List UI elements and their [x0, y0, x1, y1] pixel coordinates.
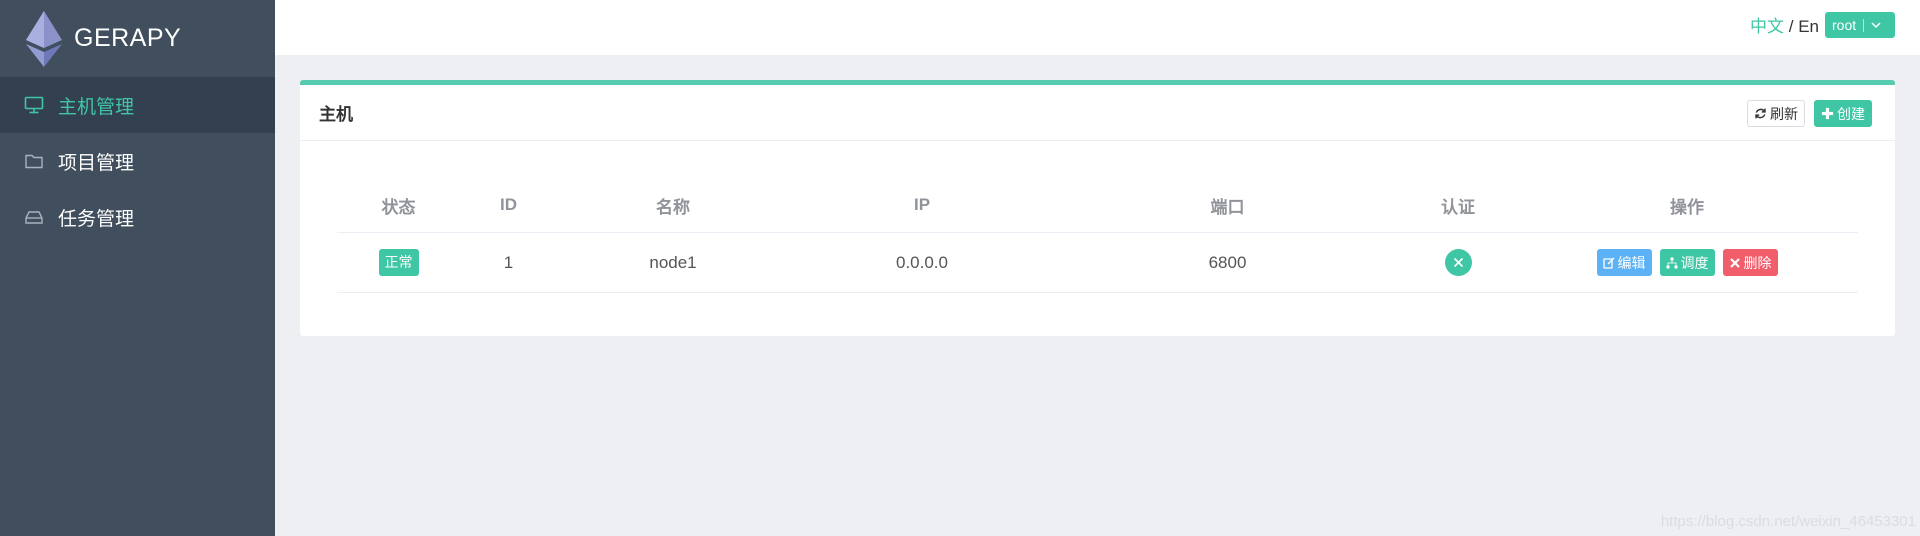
column-header-name: 名称	[656, 197, 690, 217]
sidebar-item-tasks[interactable]: 任务管理	[0, 189, 275, 245]
refresh-icon	[1755, 108, 1766, 119]
folder-icon	[24, 152, 44, 170]
sidebar-item-label: 任务管理	[58, 208, 135, 230]
inbox-icon	[24, 208, 44, 226]
sidebar-item-projects[interactable]: 项目管理	[0, 133, 275, 189]
app-name: GERAPY	[74, 24, 182, 52]
table-header-row: 状态 ID 名称 IP 端口 认证 操作	[337, 178, 1858, 233]
ip-cell: 0.0.0.0	[896, 252, 948, 272]
page-title: 主机	[319, 105, 353, 124]
id-cell: 1	[503, 252, 514, 272]
sidebar-item-label: 项目管理	[58, 152, 135, 174]
lang-zh-link[interactable]: 中文	[1750, 17, 1784, 36]
status-badge: 正常	[378, 249, 419, 276]
x-icon[interactable]	[1444, 249, 1472, 276]
sitemap-icon	[1666, 257, 1677, 268]
column-header-actions: 操作	[1670, 197, 1704, 217]
lang-en-link[interactable]: En	[1798, 17, 1819, 36]
auth-cell	[1400, 249, 1516, 276]
column-header-status: 状态	[381, 197, 416, 217]
sidebar-item-hosts[interactable]: 主机管理	[0, 77, 275, 133]
hosts-card: 主机 刷新 创建 状态 ID 名称 IP 端口 认证 操作 正常 1 node1…	[300, 80, 1895, 336]
edit-icon	[1602, 257, 1614, 269]
edit-button[interactable]: 编辑	[1596, 249, 1652, 276]
column-header-port: 端口	[1210, 197, 1245, 217]
logo[interactable]: GERAPY	[0, 0, 275, 77]
ethereum-logo-icon	[26, 10, 62, 67]
watermark: https://blog.csdn.net/weixin_46453301	[1660, 513, 1916, 530]
divider	[1863, 18, 1865, 32]
status-cell: 正常	[337, 249, 460, 276]
column-header-ip: IP	[913, 195, 931, 214]
chevron-down-icon	[1871, 22, 1881, 29]
deploy-label: 调度	[1680, 254, 1709, 271]
hosts-table: 状态 ID 名称 IP 端口 认证 操作 正常 1 node1 0.0.0.0 …	[337, 178, 1858, 293]
name-cell: node1	[649, 252, 697, 272]
monitor-icon	[24, 96, 44, 114]
refresh-label: 刷新	[1770, 105, 1798, 122]
create-button[interactable]: 创建	[1814, 100, 1872, 127]
column-header-id: ID	[500, 195, 517, 214]
sidebar: GERAPY 主机管理 项目管理 任务管理	[0, 0, 275, 536]
table-row: 正常 1 node1 0.0.0.0 6800 编辑 调度 删除	[337, 233, 1858, 293]
refresh-button[interactable]: 刷新	[1747, 100, 1805, 127]
delete-button[interactable]: 删除	[1722, 249, 1778, 276]
user-name: root	[1832, 17, 1857, 33]
lang-separator: /	[1784, 17, 1799, 36]
edit-label: 编辑	[1617, 254, 1646, 271]
column-header-auth: 认证	[1441, 197, 1475, 217]
plus-icon	[1821, 107, 1834, 120]
language-switch: 中文 / En	[1750, 12, 1819, 37]
delete-label: 删除	[1743, 254, 1772, 271]
top-header: 中文 / En root	[275, 0, 1920, 55]
card-header: 主机 刷新 创建	[300, 85, 1895, 141]
actions-cell: 编辑 调度 删除	[1516, 249, 1858, 276]
create-label: 创建	[1837, 105, 1865, 122]
times-icon	[1729, 257, 1740, 268]
user-dropdown-button[interactable]: root	[1825, 12, 1895, 38]
port-cell: 6800	[1208, 252, 1247, 272]
sidebar-item-label: 主机管理	[58, 96, 135, 118]
deploy-button[interactable]: 调度	[1659, 249, 1715, 276]
